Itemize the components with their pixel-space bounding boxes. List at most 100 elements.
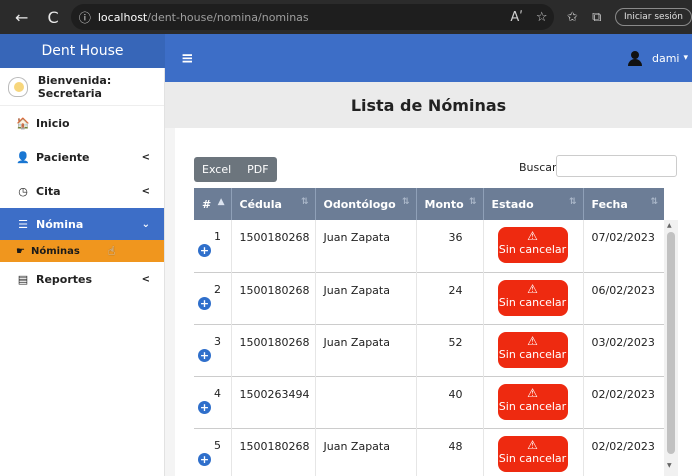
content-card: Excel PDF Buscar # ▲ Cédula ⇅ Odontólogo ⇅ … xyxy=(175,128,692,476)
scroll-up-icon[interactable]: ▲ xyxy=(667,222,672,229)
sidebar-item-reportes[interactable]: ▤ Reportes < xyxy=(0,262,164,296)
cell-monto: 52 xyxy=(416,324,484,376)
scroll-down-icon[interactable]: ▼ xyxy=(667,462,672,469)
warning-icon: ⚠ xyxy=(527,437,538,452)
cell-monto: 40 xyxy=(416,376,484,428)
search-label: Buscar xyxy=(519,161,557,174)
brand-logo[interactable]: Dent House xyxy=(0,34,165,68)
cell-num: +3 xyxy=(194,324,232,376)
table-row: +5 1500180268 Juan Zapata 48 ⚠ Sin cancel… xyxy=(194,428,664,476)
cell-monto: 48 xyxy=(416,428,484,476)
cell-num: +1 xyxy=(194,220,232,272)
cell-cedula: 1500180268 xyxy=(231,220,316,272)
status-badge[interactable]: ⚠ Sin cancelar xyxy=(497,383,568,420)
cell-odontologo: Juan Zapata xyxy=(315,324,417,376)
column-header-cedula[interactable]: Cédula ⇅ xyxy=(231,188,316,220)
favorites-icon[interactable]: ✩ xyxy=(560,10,584,25)
clinic-logo-icon xyxy=(8,76,28,97)
cell-cedula: 1500180268 xyxy=(231,272,316,324)
user-icon: 👤 xyxy=(16,150,30,164)
expand-row-icon[interactable]: + xyxy=(198,400,211,414)
sidebar-subitem-nominas[interactable]: ☛ Nóminas ☝ xyxy=(0,240,164,262)
hamburger-menu-icon[interactable]: ≡ xyxy=(181,49,194,67)
status-badge[interactable]: ⚠ Sin cancelar xyxy=(497,279,568,316)
url-host: localhost xyxy=(97,10,148,24)
warning-icon: ⚠ xyxy=(527,281,538,296)
cell-cedula: 1500180268 xyxy=(231,428,316,476)
column-header-odontologo[interactable]: Odontólogo ⇅ xyxy=(315,188,417,220)
chevron-down-icon: ⌄ xyxy=(141,218,150,230)
nominas-table: # ▲ Cédula ⇅ Odontólogo ⇅ Monto ⇅ Estado ⇅ Fe… xyxy=(194,188,664,476)
expand-row-icon[interactable]: + xyxy=(198,348,211,362)
cell-odontologo: Juan Zapata xyxy=(315,220,417,272)
sidebar-subitem-label: Nóminas xyxy=(30,245,80,257)
sort-icon: ⇅ xyxy=(650,197,658,207)
cell-estado: ⚠ Sin cancelar xyxy=(483,376,584,428)
site-info-icon[interactable]: ⓘ xyxy=(79,9,91,26)
clock-icon: ◷ xyxy=(18,184,28,198)
pdf-button[interactable]: PDF xyxy=(239,157,277,182)
chevron-left-icon: < xyxy=(141,151,150,163)
sidebar-item-paciente[interactable]: 👤 Paciente < xyxy=(0,140,164,174)
favorite-star-icon[interactable]: ☆ xyxy=(529,10,554,25)
sidebar-item-inicio[interactable]: 🏠 Inicio xyxy=(0,106,164,140)
column-header-fecha[interactable]: Fecha ⇅ xyxy=(583,188,664,220)
url-path: /dent-house/nomina/nominas xyxy=(147,10,309,24)
chevron-left-icon: < xyxy=(141,273,150,285)
table-row: +3 1500180268 Juan Zapata 52 ⚠ Sin cancel… xyxy=(194,324,664,376)
expand-row-icon[interactable]: + xyxy=(198,244,211,257)
list-icon: ☰ xyxy=(18,217,28,231)
cell-odontologo xyxy=(315,376,417,428)
user-name: dami xyxy=(651,51,680,65)
cell-num: +2 xyxy=(194,272,232,324)
sidebar-item-label: Nómina xyxy=(36,217,84,231)
refresh-icon[interactable]: C xyxy=(41,8,64,27)
user-icon xyxy=(627,51,642,66)
warning-icon: ⚠ xyxy=(527,229,538,243)
expand-row-icon[interactable]: + xyxy=(198,452,211,466)
sort-icon: ⇅ xyxy=(300,197,309,207)
status-badge[interactable]: ⚠ Sin cancelar xyxy=(497,331,568,368)
cell-cedula: 1500263494 xyxy=(231,376,316,428)
sidebar-item-label: Reportes xyxy=(36,272,93,286)
sidebar-item-nomina[interactable]: ☰ Nómina ⌄ xyxy=(0,208,164,240)
status-badge[interactable]: ⚠ Sin cancelar xyxy=(497,435,568,472)
top-navbar: ≡ dami ▾ xyxy=(165,34,692,82)
column-header-estado[interactable]: Estado ⇅ xyxy=(483,188,584,220)
mouse-cursor-icon: ☝ xyxy=(107,244,116,258)
expand-row-icon[interactable]: + xyxy=(198,296,211,310)
search-input[interactable] xyxy=(556,155,677,177)
status-badge[interactable]: ⚠ Sin cancelar xyxy=(497,227,568,263)
sidebar: Bienvenida: Secretaria 🏠 Inicio 👤 Pacien… xyxy=(0,68,165,476)
column-header-num[interactable]: # ▲ xyxy=(194,188,232,220)
scroll-thumb[interactable] xyxy=(667,232,675,454)
sidebar-item-label: Cita xyxy=(36,184,61,198)
column-header-monto[interactable]: Monto ⇅ xyxy=(416,188,484,220)
address-bar[interactable]: ⓘ localhost/dent-house/nomina/nominas Aʹ… xyxy=(70,4,555,30)
collections-icon[interactable]: ⧉ xyxy=(585,10,609,25)
cell-estado: ⚠ Sin cancelar xyxy=(483,272,584,324)
cell-num: +4 xyxy=(194,376,232,428)
cell-estado: ⚠ Sin cancelar xyxy=(483,220,584,272)
sort-icon: ⇅ xyxy=(468,197,477,207)
browser-toolbar: ← C ⓘ localhost/dent-house/nomina/nomina… xyxy=(0,0,692,34)
table-row: +2 1500180268 Juan Zapata 24 ⚠ Sin cancel… xyxy=(194,272,664,324)
excel-button[interactable]: Excel xyxy=(194,157,240,182)
back-icon[interactable]: ← xyxy=(10,8,33,27)
cell-odontologo: Juan Zapata xyxy=(315,272,417,324)
read-aloud-icon[interactable]: Aʹ xyxy=(504,10,529,25)
user-menu[interactable]: dami ▾ xyxy=(627,51,688,66)
sort-icon: ⇅ xyxy=(568,197,577,207)
welcome-text: Bienvenida: Secretaria xyxy=(37,73,112,100)
cell-cedula: 1500180268 xyxy=(231,324,316,376)
cell-fecha: 02/02/2023 xyxy=(591,387,655,401)
sidebar-item-label: Inicio xyxy=(36,116,70,130)
export-buttons: Excel PDF xyxy=(194,157,277,182)
caret-down-icon: ▾ xyxy=(683,53,688,63)
cell-num: +5 xyxy=(194,428,232,476)
signin-button[interactable]: Iniciar sesión xyxy=(614,8,692,26)
cell-estado: ⚠ Sin cancelar xyxy=(483,428,584,476)
hand-pointer-icon: ☛ xyxy=(16,245,25,257)
sidebar-item-cita[interactable]: ◷ Cita < xyxy=(0,174,164,208)
table-scrollbar[interactable]: ▲ ▼ xyxy=(664,220,678,476)
